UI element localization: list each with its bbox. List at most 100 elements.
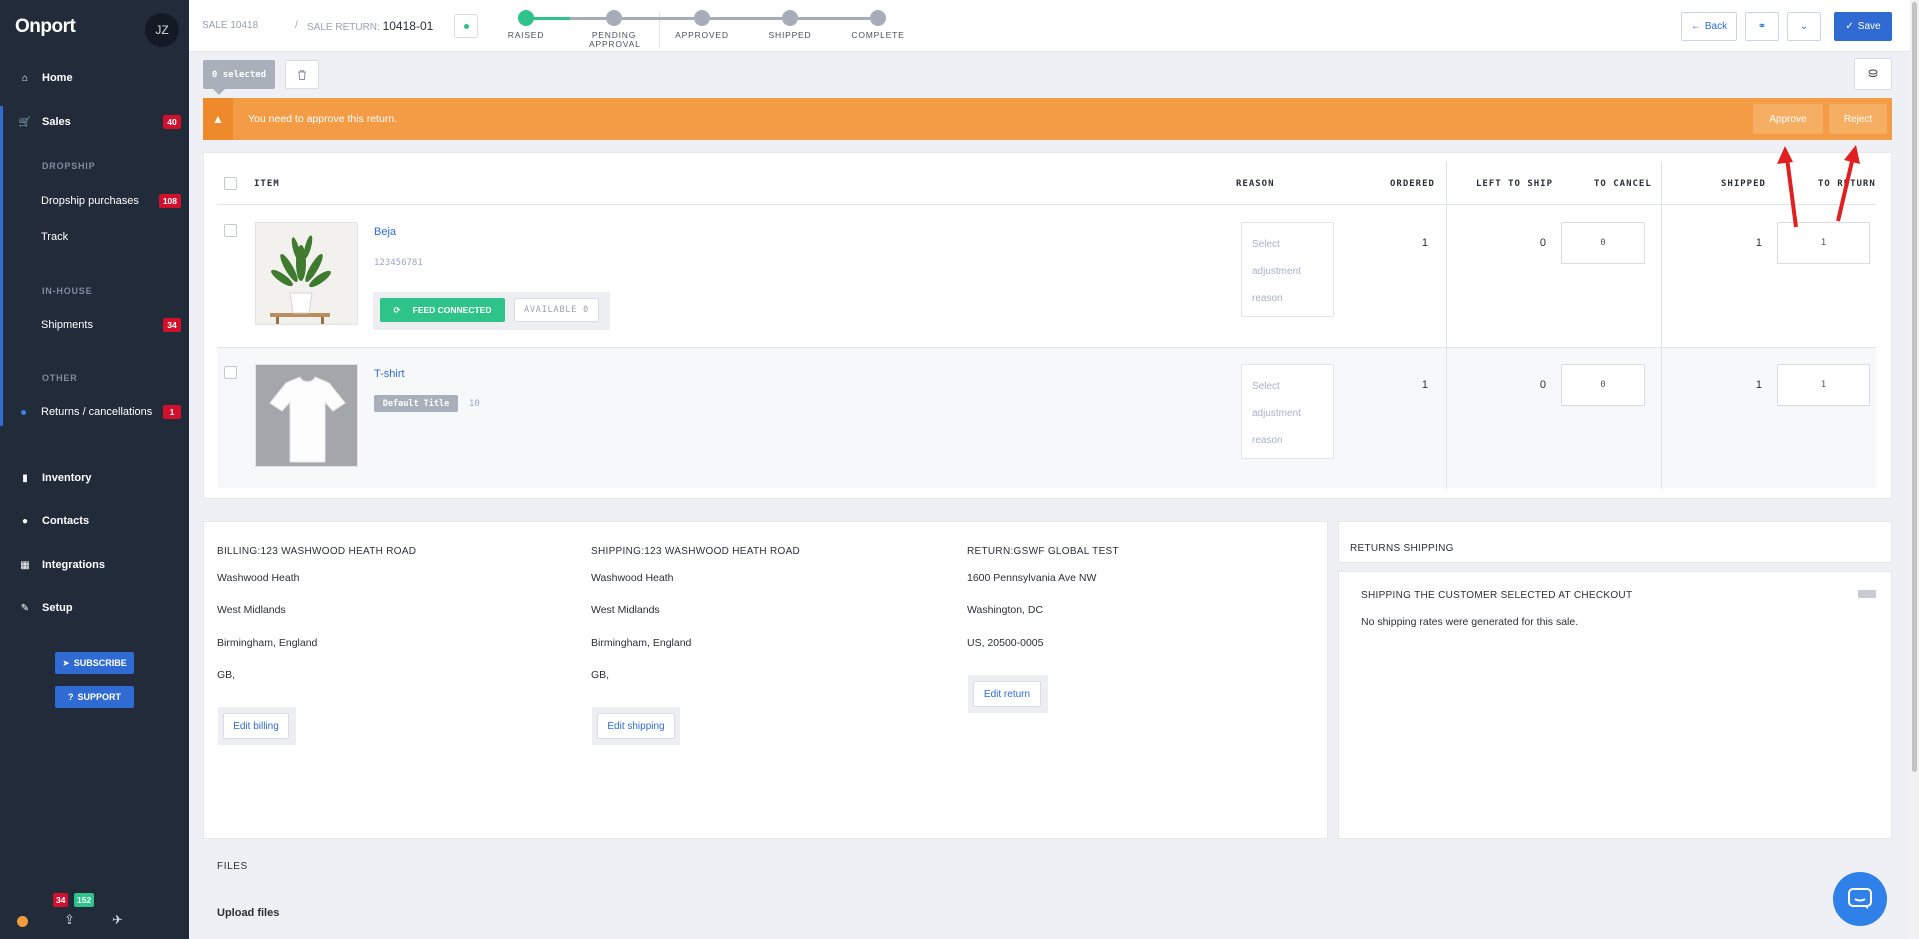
footer-badge-green: 152 [74,893,95,907]
edit-return-button[interactable]: Edit return [973,681,1041,707]
bookmark-icon: ▮ [22,472,28,484]
sales-active-indicator [0,106,3,426]
save-button[interactable]: ✓ Save [1834,12,1892,41]
nav-inventory-label: Inventory [42,472,92,484]
subscribe-label: SUBSCRIBE [73,658,127,668]
step-dot-approved [694,10,710,26]
billing-line: Washwood Heath [217,572,300,584]
layers-button[interactable] [1854,58,1892,90]
code-icon[interactable] [1858,590,1876,598]
sale-status-button[interactable] [454,14,478,38]
reason-select[interactable]: Select adjustment reason [1241,222,1334,317]
files-title: FILES [217,861,248,872]
upload-icon[interactable]: ⇪ [64,912,75,928]
to-return-input[interactable]: 1 [1777,364,1870,406]
to-cancel-input[interactable]: 0 [1561,364,1645,406]
sales-badge: 40 [163,115,181,129]
subscribe-button[interactable]: ➤ SUBSCRIBE [55,652,134,674]
row-checkbox[interactable] [224,366,237,379]
reason-select[interactable]: Select adjustment reason [1241,364,1334,459]
select-all-checkbox[interactable] [224,177,237,190]
left-to-ship-value: 0 [1539,237,1546,249]
page-scrollbar[interactable] [1910,0,1919,939]
nav-sales-label: Sales [42,116,71,128]
nav-returns[interactable]: Returns / cancellations 1 [0,400,189,424]
nav-track[interactable]: Track [0,225,189,249]
billing-line: GB, [217,669,236,681]
more-button[interactable]: ⌄ [1787,12,1821,41]
back-button[interactable]: ← Back [1681,12,1737,41]
product-image-beja[interactable] [255,222,358,325]
step-dot-shipped [782,10,798,26]
footer-badge-red: 34 [53,893,69,907]
breadcrumb-sale[interactable]: SALE 10418 [202,20,258,31]
shipping-line: West Midlands [591,604,660,616]
shipped-value: 1 [1755,379,1762,391]
send-icon: ➤ [62,657,70,668]
approve-button[interactable]: Approve [1753,104,1823,134]
shipped-value: 1 [1755,237,1762,249]
row-checkbox[interactable] [224,224,237,237]
nav-dropship-purchases[interactable]: Dropship purchases 108 [0,189,189,213]
grid-icon: ▦ [20,559,30,571]
avatar[interactable]: JZ [145,13,179,47]
selected-count-button[interactable]: 0 selected [203,60,275,95]
link-button[interactable]: ⚭ [1745,12,1779,41]
step-label-shipped: SHIPPED [768,30,812,40]
product-name-beja[interactable]: Beja [374,226,396,238]
home-icon: ⌂ [21,72,29,84]
rocket-icon[interactable]: ✈ [112,912,123,928]
product-image-tshirt[interactable] [255,364,358,467]
step-label-approved: APPROVED [675,30,729,40]
breadcrumb-return: SALE RETURN: 10418-01 [307,19,433,33]
sync-icon: ⟳ [393,304,401,315]
save-label: Save [1857,21,1881,32]
returns-badge: 1 [163,405,181,419]
header-ordered: ORDERED [1390,179,1435,189]
breadcrumb-separator: / [295,20,298,31]
nav-integrations-label: Integrations [42,559,105,571]
support-button[interactable]: ? SUPPORT [55,686,134,708]
nav-integrations[interactable]: ▦ Integrations [0,551,189,579]
nav-contacts[interactable]: ● Contacts [0,507,189,535]
nav-shipments[interactable]: Shipments 34 [0,313,189,337]
product-sku: 123456781 [374,258,423,268]
nav-returns-label: Returns / cancellations [41,406,153,418]
returns-shipping-title: RETURNS SHIPPING [1350,543,1454,554]
to-cancel-input[interactable]: 0 [1561,222,1645,264]
header-divider [217,204,1876,205]
addresses-card [203,521,1328,839]
delete-button[interactable] [285,60,319,89]
return-label: SALE RETURN: [307,22,380,33]
row-divider [217,347,1876,348]
status-dot-icon[interactable] [17,916,28,927]
return-line: Washington, DC [967,604,1044,616]
step-label-pending: PENDING APPROVAL [589,30,641,49]
app-logo[interactable]: Onport [15,16,76,38]
edit-billing-button[interactable]: Edit billing [223,713,289,739]
header-reason: REASON [1236,179,1275,189]
feed-connected-badge[interactable]: ⟳ FEED CONNECTED [380,298,505,322]
trash-icon [298,69,306,80]
chevron-down-icon: ⌄ [1799,21,1809,32]
wrench-icon: ✎ [20,602,30,614]
returns-shipping-card [1338,571,1892,839]
nav-home[interactable]: ⌂ Home [0,64,189,92]
arrow-to-approve-icon [1777,146,1798,228]
edit-shipping-button[interactable]: Edit shipping [597,713,675,739]
tshirt-icon [256,365,357,466]
product-name-tshirt[interactable]: T-shirt [374,368,405,380]
header-item: ITEM [254,179,280,189]
reject-button[interactable]: Reject [1829,104,1887,134]
billing-title: BILLING:123 WASHWOOD HEATH ROAD [217,546,417,557]
nav-sales[interactable]: 🛒 Sales 40 [0,108,189,136]
nav-inventory[interactable]: ▮ Inventory [0,464,189,492]
chat-launcher[interactable] [1833,872,1887,926]
return-line: 1600 Pennsylvania Ave NW [967,572,1097,584]
ordered-value: 1 [1421,237,1428,249]
shipping-title: SHIPPING:123 WASHWOOD HEATH ROAD [591,546,801,557]
inhouse-heading: IN-HOUSE [42,286,93,296]
ordered-value: 1 [1421,379,1428,391]
nav-setup[interactable]: ✎ Setup [0,594,189,622]
upload-files-link[interactable]: Upload files [217,907,279,919]
